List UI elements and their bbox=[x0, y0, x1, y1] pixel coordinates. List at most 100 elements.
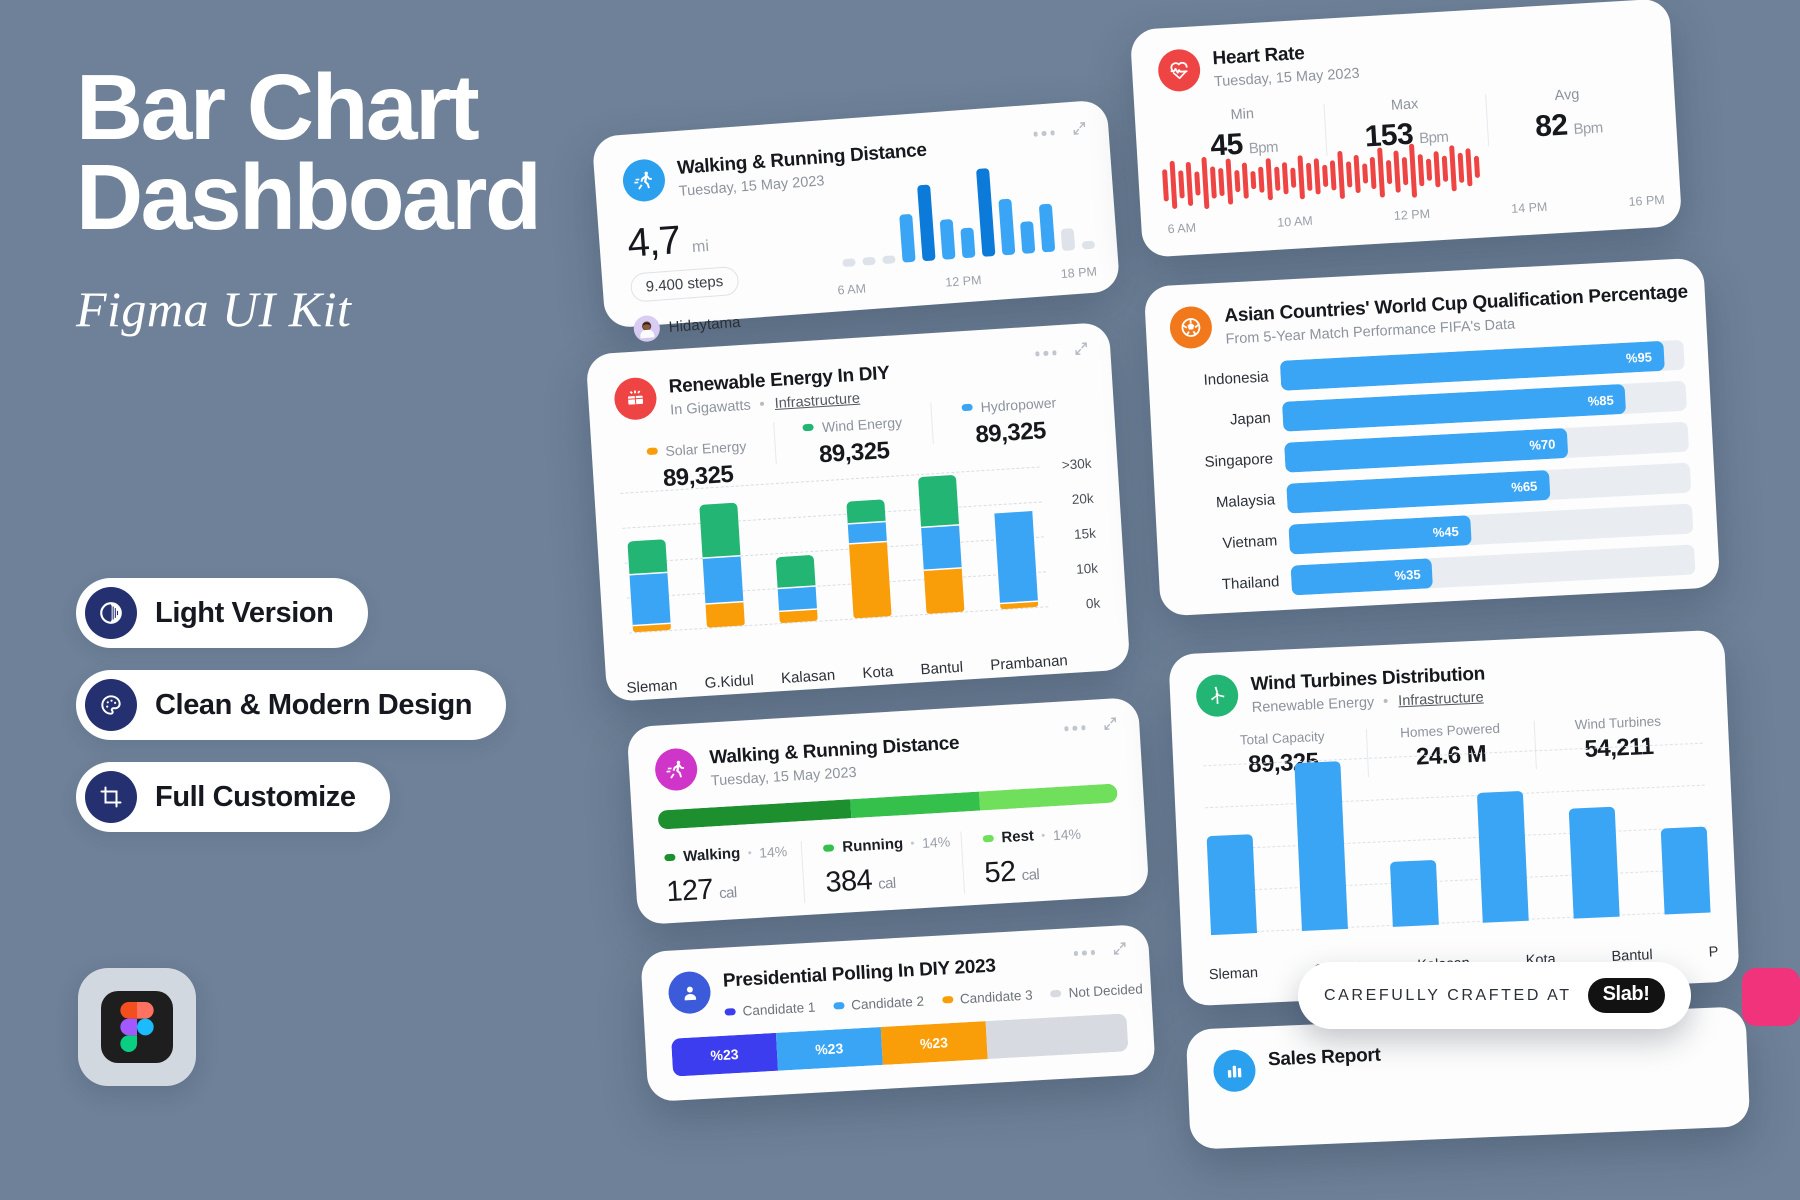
stack-segment-hydropower bbox=[629, 572, 671, 627]
polling-segment: %23 bbox=[671, 1032, 778, 1077]
bar-fill: %65 bbox=[1286, 469, 1551, 514]
stat-name: Rest bbox=[1000, 827, 1035, 847]
heart-rate-bar bbox=[1225, 158, 1234, 205]
running-icon bbox=[621, 157, 667, 203]
feature-badge-clean-modern-design[interactable]: Clean & Modern Design bbox=[76, 670, 507, 740]
stacked-bar bbox=[846, 499, 892, 619]
heart-rate-bar bbox=[1433, 150, 1441, 188]
bar-value-label: %95 bbox=[1625, 348, 1653, 366]
turbine-bar bbox=[1389, 859, 1439, 927]
activity-stat: Rest 14% 52 cal bbox=[960, 822, 1123, 891]
expand-icon[interactable] bbox=[1103, 716, 1118, 736]
heart-rate-bar bbox=[1297, 155, 1306, 200]
walking-bar bbox=[899, 213, 916, 263]
walking-bar bbox=[1020, 221, 1036, 254]
heart-rate-bar bbox=[1329, 160, 1337, 191]
stack-segment-wind-energy bbox=[918, 474, 960, 529]
expand-icon[interactable] bbox=[1112, 941, 1127, 961]
heart-rate-bar bbox=[1353, 154, 1361, 194]
expand-icon[interactable] bbox=[1072, 121, 1087, 141]
card-header: Heart Rate Tuesday, 15 May 2023 bbox=[1156, 22, 1647, 94]
polling-legend-item: Candidate 3 bbox=[941, 987, 1033, 1007]
heart-rate-bar bbox=[1281, 161, 1289, 195]
y-tick-label: 0k bbox=[1085, 595, 1101, 612]
stat-percent: 14% bbox=[921, 832, 951, 851]
card-title: Heart Rate bbox=[1211, 42, 1306, 70]
stack-segment-hydropower bbox=[777, 586, 818, 612]
bar-value-label: %35 bbox=[1394, 566, 1421, 583]
separator-dot bbox=[759, 401, 764, 406]
heart-rate-bar bbox=[1178, 170, 1185, 199]
turbine-bar bbox=[1477, 790, 1530, 923]
card-activity-breakdown: Walking & Running Distance Tuesday, 15 M… bbox=[626, 696, 1150, 926]
card-subtitle-link[interactable]: Infrastructure bbox=[774, 391, 860, 412]
x-label: Sleman bbox=[1208, 965, 1259, 984]
heart-rate-bar bbox=[1185, 162, 1194, 206]
polling-segment bbox=[985, 1013, 1129, 1060]
legend-label: Candidate 2 bbox=[850, 993, 925, 1013]
stat-percent: 14% bbox=[758, 842, 788, 861]
heart-rate-bar bbox=[1401, 156, 1409, 186]
stack-segment-hydropower bbox=[921, 525, 963, 572]
legend-label: Hydropower bbox=[980, 393, 1057, 415]
card-subtitle-link[interactable]: Infrastructure bbox=[1398, 690, 1484, 710]
card-header: Sales Report bbox=[1212, 1029, 1722, 1093]
walking-bar bbox=[862, 256, 876, 266]
axis-tick: 14 PM bbox=[1510, 199, 1548, 216]
bar-fill: %70 bbox=[1284, 427, 1569, 473]
legend-label: Candidate 1 bbox=[742, 999, 816, 1019]
heart-rate-bar bbox=[1417, 153, 1425, 187]
country-label: Japan bbox=[1229, 408, 1272, 429]
x-label: G.Kidul bbox=[704, 671, 755, 692]
country-label: Malaysia bbox=[1215, 490, 1276, 511]
heart-rate-bar bbox=[1305, 162, 1313, 191]
legend-swatch bbox=[802, 423, 815, 432]
legend-value: 89,325 bbox=[974, 417, 1047, 449]
turbine-bar bbox=[1294, 761, 1348, 932]
worldcup-bar-rows: Indonesia %95 Japan %85 Singapore %70 Malaysia… bbox=[1172, 339, 1696, 601]
card-header: Asian Countries' World Cup Qualification… bbox=[1168, 281, 1688, 351]
more-options-icon[interactable] bbox=[1034, 350, 1057, 357]
stack-segment-solar-energy bbox=[848, 541, 892, 619]
heart-rate-bar bbox=[1465, 147, 1473, 187]
turbine-bar bbox=[1206, 833, 1258, 936]
bar-track: %35 bbox=[1290, 544, 1696, 596]
card-renewable-energy: Renewable Energy In DIY In Gigawatts Inf… bbox=[585, 321, 1131, 703]
stack-segment-hydropower bbox=[702, 556, 744, 605]
heart-rate-bar bbox=[1258, 166, 1265, 193]
x-label: Bantul bbox=[920, 658, 964, 679]
expand-icon[interactable] bbox=[1074, 341, 1089, 361]
more-options-icon[interactable] bbox=[1073, 950, 1096, 956]
more-options-icon[interactable] bbox=[1063, 725, 1086, 732]
bar-value-label: %70 bbox=[1528, 436, 1556, 453]
stat-header: Running 14% bbox=[823, 832, 961, 857]
walking-bar bbox=[842, 258, 856, 268]
feature-badge-full-customize[interactable]: Full Customize bbox=[76, 762, 390, 832]
soccer-ball-icon bbox=[1168, 305, 1214, 350]
feature-badge-light-version[interactable]: Light Version bbox=[76, 578, 368, 648]
polling-stacked-bar: %23 %23 %23 bbox=[671, 1013, 1129, 1077]
legend-swatch bbox=[941, 995, 954, 1004]
heart-rate-bar bbox=[1457, 152, 1465, 184]
heart-rate-bar bbox=[1441, 155, 1449, 182]
heart-rate-bar bbox=[1234, 170, 1241, 193]
turbine-chart bbox=[1203, 742, 1711, 936]
heart-rate-bar bbox=[1369, 156, 1377, 190]
stat-value: 127 cal bbox=[665, 873, 738, 909]
more-options-icon[interactable] bbox=[1032, 130, 1055, 137]
country-label: Thailand bbox=[1221, 572, 1280, 593]
bar-value-label: %45 bbox=[1432, 523, 1460, 540]
bar-fill: %35 bbox=[1290, 558, 1434, 596]
stack-segment-solar-energy bbox=[924, 568, 965, 614]
axis-tick: 18 PM bbox=[1060, 264, 1098, 282]
walking-bar bbox=[882, 255, 896, 265]
card-subtitle-unit: In Gigawatts bbox=[669, 397, 752, 419]
progress-segment bbox=[657, 799, 852, 830]
feature-label: Clean & Modern Design bbox=[155, 688, 473, 721]
card-walking-running-distance: Walking & Running Distance Tuesday, 15 M… bbox=[591, 99, 1121, 343]
running-icon bbox=[653, 747, 699, 792]
x-label: Kalasan bbox=[780, 666, 836, 688]
y-tick-label: 20k bbox=[1071, 490, 1095, 508]
y-tick-label: 15k bbox=[1073, 525, 1097, 542]
heart-rate-bar bbox=[1194, 171, 1201, 196]
